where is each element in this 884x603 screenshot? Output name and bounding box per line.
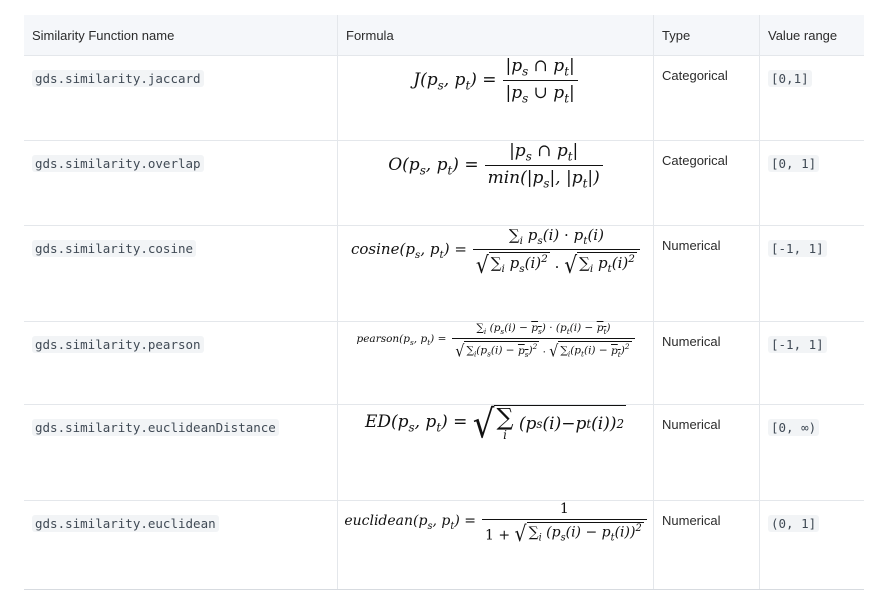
function-name: gds.similarity.jaccard bbox=[32, 70, 204, 87]
header-type: Type bbox=[653, 15, 760, 56]
euclidean-distance-formula: ED(ps, pt) = √ ∑ i (p s (i) − p t (i)) 2 bbox=[364, 401, 627, 448]
range-cell: [0,1] bbox=[759, 55, 864, 141]
function-name: gds.similarity.euclideanDistance bbox=[32, 419, 279, 436]
type-label: Categorical bbox=[662, 68, 728, 83]
value-range: [0, ∞) bbox=[768, 419, 820, 436]
function-name-cell: gds.similarity.jaccard bbox=[24, 55, 338, 141]
value-range: [0, 1] bbox=[768, 155, 820, 172]
type-label: Numerical bbox=[662, 334, 721, 349]
type-label: Categorical bbox=[662, 153, 728, 168]
jaccard-formula: J(ps, pt) = |ps ∩ pt| |ps ∪ pt| bbox=[338, 56, 653, 106]
type-cell: Numerical bbox=[653, 321, 760, 405]
type-cell: Numerical bbox=[653, 500, 760, 590]
table-row: gds.similarity.pearson pearson(ps, pt) =… bbox=[24, 321, 864, 405]
pearson-formula: pearson(ps, pt) = ∑i (ps(i) − ps) · (pt(… bbox=[338, 322, 653, 360]
function-name: gds.similarity.overlap bbox=[32, 155, 204, 172]
formula-cell: O(ps, pt) = |ps ∩ pt| min(|ps|, |pt|) bbox=[337, 140, 654, 226]
function-name-cell: gds.similarity.cosine bbox=[24, 225, 338, 322]
value-range: [-1, 1] bbox=[768, 336, 827, 353]
cosine-formula: cosine(ps, pt) = ∑i ps(i) · pt(i) √ ∑i ps(… bbox=[338, 226, 653, 277]
function-name: gds.similarity.pearson bbox=[32, 336, 204, 353]
value-range: [-1, 1] bbox=[768, 240, 827, 257]
range-cell: [-1, 1] bbox=[759, 225, 864, 322]
formula-cell: ED(ps, pt) = √ ∑ i (p s (i) − p t (i)) 2 bbox=[337, 401, 654, 501]
type-cell: Categorical bbox=[653, 55, 760, 141]
function-name: gds.similarity.cosine bbox=[32, 240, 197, 257]
table-row: gds.similarity.overlap O(ps, pt) = |ps ∩… bbox=[24, 140, 864, 226]
table-row: gds.similarity.jaccard J(ps, pt) = |ps ∩… bbox=[24, 55, 864, 141]
value-range: (0, 1] bbox=[768, 515, 820, 532]
range-cell: [-1, 1] bbox=[759, 321, 864, 405]
type-cell: Numerical bbox=[653, 225, 760, 322]
value-range: [0,1] bbox=[768, 70, 812, 87]
type-label: Numerical bbox=[662, 417, 721, 432]
type-label: Numerical bbox=[662, 513, 721, 528]
range-cell: (0, 1] bbox=[759, 500, 864, 590]
similarity-functions-table: Similarity Function name Formula Type Va… bbox=[24, 15, 864, 590]
header-function-name: Similarity Function name bbox=[24, 15, 338, 56]
header-formula: Formula bbox=[337, 15, 654, 56]
formula-cell: euclidean(ps, pt) = 11 + √ ∑i (ps(i) − pt… bbox=[337, 500, 654, 590]
function-name-cell: gds.similarity.euclideanDistance bbox=[24, 404, 338, 501]
type-label: Numerical bbox=[662, 238, 721, 253]
function-name-cell: gds.similarity.pearson bbox=[24, 321, 338, 405]
header-value-range: Value range bbox=[759, 15, 864, 56]
function-name-cell: gds.similarity.euclidean bbox=[24, 500, 338, 590]
table-row: gds.similarity.euclideanDistance ED(ps, … bbox=[24, 401, 864, 501]
formula-cell: cosine(ps, pt) = ∑i ps(i) · pt(i) √ ∑i ps(… bbox=[337, 225, 654, 322]
formula-cell: J(ps, pt) = |ps ∩ pt| |ps ∪ pt| bbox=[337, 55, 654, 141]
function-name-cell: gds.similarity.overlap bbox=[24, 140, 338, 226]
formula-cell: pearson(ps, pt) = ∑i (ps(i) − ps) · (pt(… bbox=[337, 321, 654, 405]
overlap-formula: O(ps, pt) = |ps ∩ pt| min(|ps|, |pt|) bbox=[338, 141, 653, 191]
similarity-table-container: Similarity Function name Formula Type Va… bbox=[24, 15, 864, 590]
table-row: gds.similarity.cosine cosine(ps, pt) = ∑… bbox=[24, 225, 864, 322]
euclidean-similarity-formula: euclidean(ps, pt) = 11 + √ ∑i (ps(i) − pt… bbox=[338, 501, 653, 544]
table-row: gds.similarity.euclidean euclidean(ps, p… bbox=[24, 500, 864, 590]
type-cell: Categorical bbox=[653, 140, 760, 226]
table-header-row: Similarity Function name Formula Type Va… bbox=[24, 15, 864, 56]
function-name: gds.similarity.euclidean bbox=[32, 515, 219, 532]
range-cell: [0, 1] bbox=[759, 140, 864, 226]
type-cell: Numerical bbox=[653, 404, 760, 501]
range-cell: [0, ∞) bbox=[759, 404, 864, 501]
